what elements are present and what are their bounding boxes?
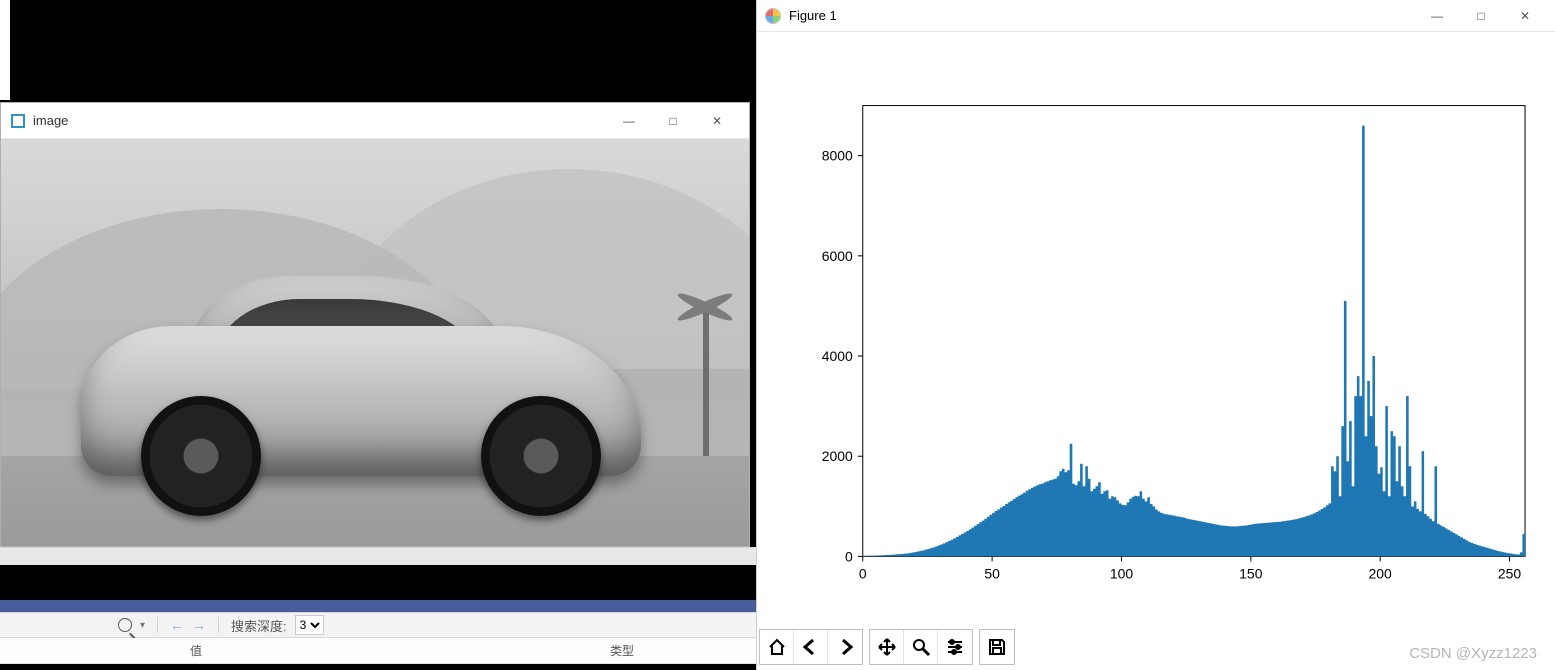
zoom-icon: [911, 637, 931, 657]
plot-area: 0 50 100 150 200 250 0 2000 4000 6000 8000: [767, 40, 1545, 610]
forward-button[interactable]: [828, 630, 862, 664]
variables-toolbar: ▾ ← → 搜索深度: 3: [0, 612, 756, 638]
image-window-title: image: [33, 113, 68, 128]
svg-text:0: 0: [845, 548, 853, 564]
svg-text:8000: 8000: [822, 148, 853, 164]
matplotlib-icon: [765, 8, 781, 24]
histogram-chart: 0 50 100 150 200 250 0 2000 4000 6000 8000: [767, 40, 1545, 610]
image-window-titlebar[interactable]: image — □ ✕: [1, 103, 749, 139]
back-icon: [801, 637, 821, 657]
figure-titlebar[interactable]: Figure 1 — □ ✕: [757, 0, 1555, 32]
nav-forward-button[interactable]: →: [192, 617, 206, 633]
svg-text:50: 50: [984, 565, 1000, 581]
svg-text:6000: 6000: [822, 248, 853, 264]
image-canvas: [1, 139, 749, 546]
pan-button[interactable]: [870, 630, 904, 664]
matplotlib-figure-window: Figure 1 — □ ✕ 0 50 100 150 200 250 0 2000 4000 6…: [756, 0, 1555, 670]
svg-text:4000: 4000: [822, 348, 853, 364]
svg-text:2000: 2000: [822, 448, 853, 464]
close-button[interactable]: ✕: [695, 107, 739, 135]
svg-text:250: 250: [1498, 565, 1522, 581]
watermark: CSDN @Xyzz1223: [1409, 645, 1537, 662]
back-button[interactable]: [794, 630, 828, 664]
save-icon: [987, 637, 1007, 657]
figure-minimize-button[interactable]: —: [1415, 2, 1459, 30]
search-depth-label: 搜索深度:: [231, 616, 287, 635]
config-icon: [945, 637, 965, 657]
code-gutter: [0, 0, 10, 100]
figure-close-button[interactable]: ✕: [1503, 2, 1547, 30]
opencv-icon: [11, 114, 25, 128]
maximize-button[interactable]: □: [651, 107, 695, 135]
svg-text:0: 0: [859, 565, 867, 581]
pan-icon: [877, 637, 897, 657]
svg-text:150: 150: [1239, 565, 1263, 581]
home-button[interactable]: [760, 630, 794, 664]
divider-bar: [0, 600, 756, 612]
variables-header-row: 值 类型: [0, 638, 756, 664]
search-icon[interactable]: [118, 618, 132, 632]
forward-icon: [835, 637, 855, 657]
zoom-button[interactable]: [904, 630, 938, 664]
svg-text:100: 100: [1110, 565, 1134, 581]
search-depth-select[interactable]: 3: [295, 615, 324, 635]
home-icon: [767, 637, 787, 657]
left-pane: image — □ ✕ ▾ ← → 搜索深度: 3: [0, 0, 756, 670]
save-button[interactable]: [980, 630, 1014, 664]
opencv-image-window: image — □ ✕: [0, 102, 750, 547]
configure-button[interactable]: [938, 630, 972, 664]
minimize-button[interactable]: —: [607, 107, 651, 135]
column-type[interactable]: 类型: [610, 642, 756, 659]
figure-maximize-button[interactable]: □: [1459, 2, 1503, 30]
editor-strip: [0, 547, 756, 565]
dropdown-icon[interactable]: ▾: [140, 620, 145, 631]
column-value[interactable]: 值: [190, 642, 610, 659]
nav-back-button[interactable]: ←: [170, 617, 184, 633]
svg-text:200: 200: [1369, 565, 1393, 581]
matplotlib-toolbar: [759, 628, 1021, 666]
figure-title: Figure 1: [789, 8, 837, 23]
